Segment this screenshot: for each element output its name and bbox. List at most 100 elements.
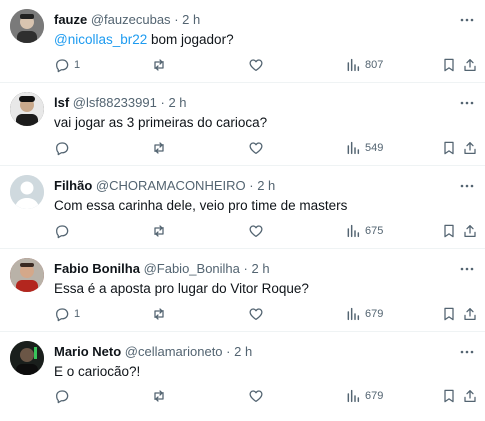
user-handle[interactable]: @cellamarioneto — [125, 344, 223, 359]
share-icon — [464, 59, 476, 71]
reply-tweet[interactable]: lsf @lsf88233991 · 2 h vai jogar as 3 pr… — [0, 83, 485, 166]
view-count: 675 — [365, 225, 384, 237]
user-handle[interactable]: @CHORAMACONHEIRO — [96, 178, 246, 193]
tweet-text-body: vai jogar as 3 primeiras do carioca? — [54, 115, 268, 130]
timestamp[interactable]: 2 h — [234, 344, 252, 359]
user-handle[interactable]: @lsf88233991 — [73, 95, 157, 110]
share-icon — [464, 142, 476, 154]
views-button[interactable]: 549 — [345, 139, 383, 157]
views-button[interactable]: 807 — [345, 56, 383, 74]
reply-tweet[interactable]: Mario Neto @cellamarioneto · 2 h E o car… — [0, 332, 485, 421]
avatar[interactable] — [10, 341, 44, 375]
reply-button[interactable]: 1 — [54, 305, 80, 323]
avatar[interactable] — [10, 258, 44, 292]
like-button[interactable] — [248, 222, 268, 240]
reply-icon — [56, 142, 69, 156]
separator-dot: · — [249, 178, 254, 193]
display-name[interactable]: Filhão — [54, 178, 92, 193]
timestamp[interactable]: 2 h — [168, 95, 186, 110]
mention-link[interactable]: @nicollas_br22 — [54, 32, 147, 47]
avatar[interactable] — [10, 175, 44, 209]
action-bar: 1 807 — [54, 56, 477, 74]
bookmark-icon — [444, 58, 454, 72]
retweet-button[interactable] — [151, 387, 171, 405]
bookmark-icon — [444, 389, 454, 403]
tweet-text-body: Com essa carinha dele, veio pro time de … — [54, 198, 348, 213]
tweet-header: lsf @lsf88233991 · 2 h — [54, 95, 187, 111]
display-name[interactable]: Fabio Bonilha — [54, 261, 140, 276]
tweet-header: Mario Neto @cellamarioneto · 2 h — [54, 344, 252, 360]
display-name[interactable]: lsf — [54, 95, 69, 110]
like-button[interactable] — [248, 387, 268, 405]
retweet-button[interactable] — [151, 222, 171, 240]
display-name[interactable]: Mario Neto — [54, 344, 121, 359]
views-button[interactable]: 679 — [345, 305, 383, 323]
reply-tweet[interactable]: fauze @fauzecubas · 2 h @nicollas_br22 b… — [0, 0, 485, 83]
bookmark-button[interactable] — [441, 387, 457, 405]
bookmark-button[interactable] — [441, 139, 457, 157]
bookmark-button[interactable] — [441, 56, 457, 74]
bookmark-button[interactable] — [441, 222, 457, 240]
tweet-text-body: Essa é a aposta pro lugar do Vitor Roque… — [54, 281, 309, 296]
user-handle[interactable]: @Fabio_Bonilha — [144, 261, 240, 276]
views-icon — [347, 224, 360, 238]
like-button[interactable] — [248, 139, 268, 157]
tweet-header: Fabio Bonilha @Fabio_Bonilha · 2 h — [54, 261, 270, 277]
views-button[interactable]: 679 — [345, 387, 383, 405]
tweet-header: Filhão @CHORAMACONHEIRO · 2 h — [54, 178, 275, 194]
reply-button[interactable] — [54, 222, 74, 240]
reply-button[interactable]: 1 — [54, 56, 80, 74]
display-name[interactable]: fauze — [54, 12, 87, 27]
views-icon — [347, 389, 360, 403]
like-button[interactable] — [248, 56, 268, 74]
timestamp[interactable]: 2 h — [257, 178, 275, 193]
retweet-button[interactable] — [151, 139, 171, 157]
share-button[interactable] — [462, 222, 478, 240]
bookmark-button[interactable] — [441, 305, 457, 323]
timestamp[interactable]: 2 h — [182, 12, 200, 27]
share-icon — [464, 225, 476, 237]
share-button[interactable] — [462, 139, 478, 157]
retweet-icon — [154, 390, 164, 402]
more-icon[interactable] — [459, 95, 475, 111]
tweet-text-body: E o cariocão?! — [54, 364, 141, 379]
share-button[interactable] — [462, 56, 478, 74]
more-icon[interactable] — [459, 178, 475, 194]
tweet-text-body: bom jogador? — [147, 32, 234, 47]
views-icon — [347, 307, 360, 321]
more-icon[interactable] — [459, 12, 475, 28]
share-button[interactable] — [462, 387, 478, 405]
tweet-text: @nicollas_br22 bom jogador? — [54, 31, 234, 48]
reply-button[interactable] — [54, 139, 74, 157]
retweet-icon — [154, 308, 164, 320]
action-bar: 675 — [54, 222, 477, 240]
separator-dot: · — [243, 261, 248, 276]
separator-dot: · — [160, 95, 165, 110]
avatar[interactable] — [10, 9, 44, 43]
reply-tweet[interactable]: Fabio Bonilha @Fabio_Bonilha · 2 h Essa … — [0, 249, 485, 332]
reply-tweet[interactable]: Filhão @CHORAMACONHEIRO · 2 h Com essa c… — [0, 166, 485, 249]
heart-icon — [249, 390, 263, 402]
like-button[interactable] — [248, 305, 268, 323]
user-handle[interactable]: @fauzecubas — [91, 12, 171, 27]
reply-feed: fauze @fauzecubas · 2 h @nicollas_br22 b… — [0, 0, 485, 421]
tweet-text: E o cariocão?! — [54, 363, 140, 380]
heart-icon — [249, 142, 263, 154]
share-button[interactable] — [462, 305, 478, 323]
reply-count: 1 — [74, 59, 81, 71]
tweet-text: Essa é a aposta pro lugar do Vitor Roque… — [54, 280, 309, 297]
avatar[interactable] — [10, 92, 44, 126]
more-icon[interactable] — [459, 344, 475, 360]
retweet-button[interactable] — [151, 305, 171, 323]
views-icon — [347, 58, 360, 72]
share-icon — [464, 390, 476, 402]
more-icon[interactable] — [459, 261, 475, 277]
views-icon — [347, 141, 360, 155]
retweet-button[interactable] — [151, 56, 171, 74]
timestamp[interactable]: 2 h — [252, 261, 270, 276]
tweet-text: Com essa carinha dele, veio pro time de … — [54, 197, 347, 214]
reply-button[interactable] — [54, 387, 74, 405]
reply-icon — [56, 308, 69, 322]
views-button[interactable]: 675 — [345, 222, 383, 240]
action-bar: 679 — [54, 387, 477, 405]
